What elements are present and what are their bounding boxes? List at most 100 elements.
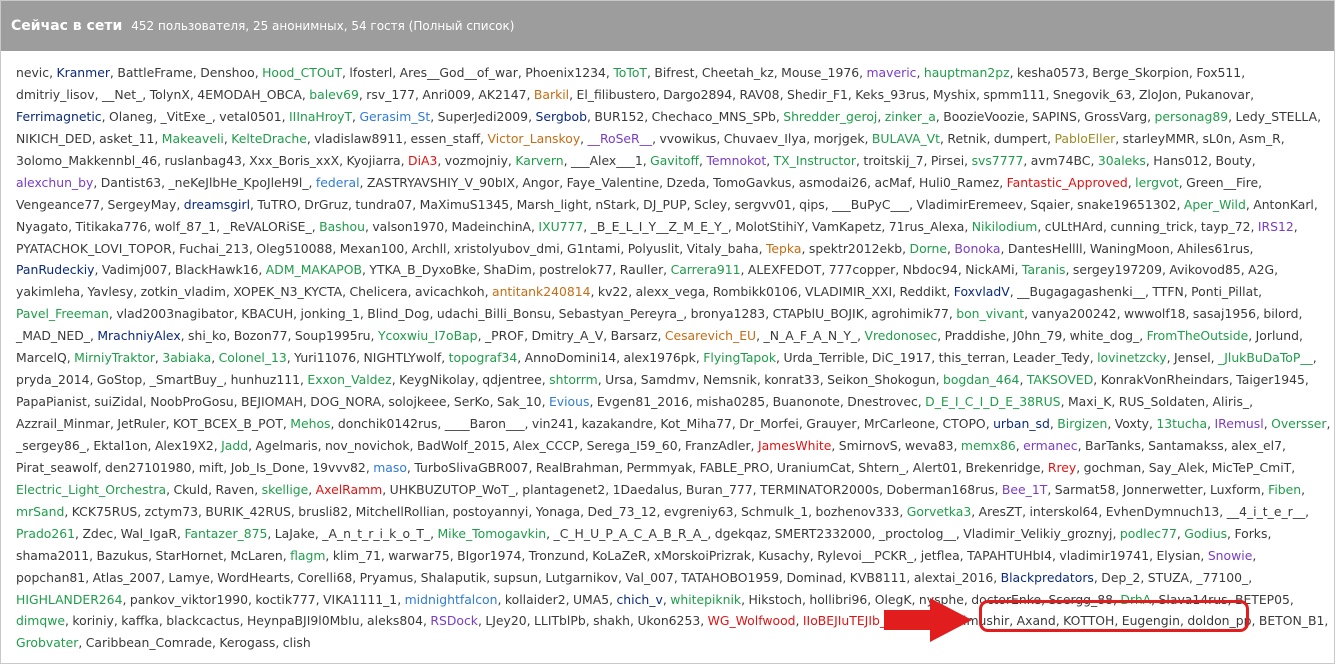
user-link[interactable]: troitskij_7: [863, 153, 923, 168]
user-link[interactable]: Grobvater: [16, 635, 78, 650]
user-link[interactable]: Pryamus: [360, 570, 414, 585]
user-link[interactable]: NIGHTLYwolf: [364, 350, 442, 365]
user-link[interactable]: nov_novichok: [325, 438, 410, 453]
user-link[interactable]: KeygNikolay: [399, 372, 475, 387]
user-link[interactable]: Say_Alek: [1149, 460, 1205, 475]
user-link[interactable]: Ursa: [605, 372, 633, 387]
user-link[interactable]: Shredder_geroj: [783, 109, 877, 124]
user-link[interactable]: hunhuz111: [231, 372, 300, 387]
user-link[interactable]: DiC_1917: [872, 350, 931, 365]
user-link[interactable]: sergvv01: [734, 197, 791, 212]
user-link[interactable]: wolf_87_1: [155, 219, 217, 234]
user-link[interactable]: _ReVALORiSE_: [224, 219, 312, 234]
user-link[interactable]: _C_H_U_P_A_C_A_B_R_A_: [554, 526, 708, 541]
user-link[interactable]: qips: [799, 197, 825, 212]
user-link[interactable]: AnnoDomini14: [525, 350, 616, 365]
user-link[interactable]: pankov_viktor1990: [130, 592, 248, 607]
user-link[interactable]: Makeaveli: [162, 131, 224, 146]
user-link[interactable]: Bouty: [1216, 153, 1252, 168]
user-link[interactable]: xMorskoiPrizrak: [654, 548, 751, 563]
user-link[interactable]: Bozon77: [234, 328, 288, 343]
user-link[interactable]: white_dog_: [1070, 328, 1140, 343]
user-link[interactable]: Vengeance77: [16, 197, 100, 212]
user-link[interactable]: 1Daedalus: [613, 482, 679, 497]
user-link[interactable]: Oversser: [1271, 416, 1326, 431]
user-link[interactable]: Vadimj007: [102, 262, 168, 277]
user-link[interactable]: Bifrest: [654, 65, 694, 80]
user-link[interactable]: Bashou: [319, 219, 365, 234]
user-link[interactable]: dimqwe: [16, 613, 65, 628]
user-link[interactable]: Archll: [412, 241, 447, 256]
user-link[interactable]: Blackpredators: [1001, 570, 1094, 585]
user-link[interactable]: Schmulk_1: [741, 504, 808, 519]
user-link[interactable]: konrat33: [764, 372, 819, 387]
user-link[interactable]: nevic: [16, 65, 49, 80]
user-link[interactable]: Raven: [215, 482, 254, 497]
user-link[interactable]: BETEP05: [1235, 592, 1290, 607]
user-link[interactable]: Evious: [549, 394, 590, 409]
user-link[interactable]: Dominad: [786, 570, 842, 585]
user-link[interactable]: FABLE_PRO: [700, 460, 770, 475]
user-link[interactable]: Grauyer: [806, 416, 856, 431]
user-link[interactable]: TATAHOBO1959: [681, 570, 779, 585]
user-link[interactable]: hauptman2pz: [924, 65, 1010, 80]
user-link[interactable]: _N_A_F_A_N_Y_: [764, 328, 858, 343]
user-link[interactable]: FoxvladV: [954, 284, 1010, 299]
user-link[interactable]: TAPAHTUHbI4: [967, 548, 1052, 563]
user-link[interactable]: Gerasim_St: [359, 109, 430, 124]
user-link[interactable]: Barsarz: [611, 328, 658, 343]
user-link[interactable]: flagm: [290, 548, 325, 563]
user-link[interactable]: Titikaka776: [75, 219, 147, 234]
user-link[interactable]: KelteDrache: [231, 131, 307, 146]
user-link[interactable]: __RoSeR__: [588, 131, 653, 146]
user-link[interactable]: asmodai26: [799, 175, 867, 190]
user-link[interactable]: 13tucha: [1156, 416, 1207, 431]
user-link[interactable]: doldon_pp: [1187, 613, 1251, 628]
user-link[interactable]: Scley: [694, 197, 727, 212]
user-link[interactable]: PanRudeckiy: [16, 262, 95, 277]
user-link[interactable]: Chechaco_MNS_SPb: [652, 109, 776, 124]
user-link[interactable]: urban_sd: [993, 416, 1050, 431]
user-link[interactable]: postrelok77: [539, 262, 612, 277]
user-link[interactable]: Leader_Tedy: [1013, 350, 1090, 365]
user-link[interactable]: AxelRamm: [316, 482, 383, 497]
user-link[interactable]: Aper_Wild: [1184, 197, 1246, 212]
user-link[interactable]: lfosterl: [349, 65, 392, 80]
user-link[interactable]: alex_el7: [1231, 438, 1282, 453]
user-link[interactable]: dmitriy_lisov: [16, 87, 95, 102]
user-link[interactable]: RAV08: [740, 87, 780, 102]
user-link[interactable]: EvhenDymnuch13: [1106, 504, 1220, 519]
user-link[interactable]: Fantazer_875: [184, 526, 267, 541]
user-link[interactable]: Alex_CCCP: [513, 438, 579, 453]
user-link[interactable]: kollaider2: [505, 592, 566, 607]
user-link[interactable]: NIKICH_DED: [16, 131, 92, 146]
user-link[interactable]: aleks804: [367, 613, 423, 628]
user-link[interactable]: Buran_777: [686, 482, 753, 497]
user-link[interactable]: evgreniy63: [664, 504, 734, 519]
user-link[interactable]: 4EMODAH_OBCA: [197, 87, 302, 102]
user-link[interactable]: ZASTRYAVSHIY_V_90bIX: [367, 175, 515, 190]
user-link[interactable]: this_terran: [939, 350, 1006, 365]
user-link[interactable]: Marsh_light: [517, 197, 588, 212]
user-link[interactable]: KonrakVonRheindars: [1101, 372, 1229, 387]
user-link[interactable]: DJ_PUP: [643, 197, 686, 212]
user-link[interactable]: Nyagato: [16, 219, 68, 234]
user-link[interactable]: WG_Wolfwood: [708, 613, 796, 628]
user-link[interactable]: Blind_Dog: [367, 306, 429, 321]
user-link[interactable]: Reddikt: [900, 284, 947, 299]
user-link[interactable]: kv22: [598, 284, 628, 299]
user-link[interactable]: Alex19X2: [155, 438, 214, 453]
user-link[interactable]: vetal0501: [219, 109, 281, 124]
user-link[interactable]: Vitaly_baha: [687, 241, 759, 256]
user-link[interactable]: Nemsnik: [703, 372, 757, 387]
user-link[interactable]: _PROF: [485, 328, 524, 343]
user-link[interactable]: CTAPblU_BOJIK: [773, 306, 864, 321]
user-link[interactable]: Jadd: [221, 438, 248, 453]
user-link[interactable]: ___BuPyC___: [832, 197, 909, 212]
user-link[interactable]: MaXimuS1345: [420, 197, 510, 212]
user-link[interactable]: lergvot: [1135, 175, 1179, 190]
user-link[interactable]: NickAMi: [965, 262, 1014, 277]
user-link[interactable]: Elysian: [1156, 548, 1200, 563]
user-link[interactable]: Lamye: [168, 570, 210, 585]
user-link[interactable]: ermanec: [1023, 438, 1077, 453]
